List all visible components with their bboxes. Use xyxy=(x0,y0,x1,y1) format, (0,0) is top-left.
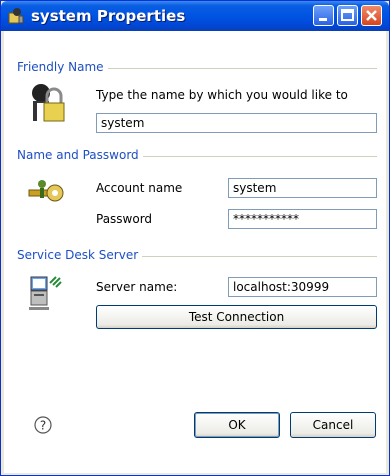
password-field[interactable]: *********** xyxy=(228,209,377,229)
close-button[interactable] xyxy=(361,5,382,26)
svg-text:?: ? xyxy=(40,419,46,433)
server-name-label: Server name: xyxy=(96,280,178,294)
properties-app-icon xyxy=(8,8,24,24)
minimize-button[interactable] xyxy=(313,5,334,26)
credentials-group-label: Name and Password xyxy=(17,148,143,162)
server-computer-icon xyxy=(29,276,62,310)
help-icon[interactable]: ? xyxy=(34,416,52,434)
maximize-button[interactable] xyxy=(337,5,358,26)
server-name-field[interactable]: localhost:30999 xyxy=(228,277,377,297)
test-connection-button[interactable]: Test Connection xyxy=(96,305,377,329)
close-icon xyxy=(366,10,377,21)
ok-button[interactable]: OK xyxy=(194,412,280,438)
account-name-field[interactable]: system xyxy=(228,178,377,198)
window-title: system Properties xyxy=(31,7,186,25)
title-bar[interactable]: system Properties xyxy=(1,1,389,31)
friendly-prompt: Type the name by which you would like to xyxy=(96,88,348,102)
dialog-body: Friendly Name Type the name by which you… xyxy=(4,31,386,473)
person-lock-icon xyxy=(32,84,65,122)
maximize-icon xyxy=(341,9,354,21)
friendly-group-label: Friendly Name xyxy=(17,60,108,74)
server-group-label: Service Desk Server xyxy=(17,248,143,262)
account-name-label: Account name xyxy=(96,181,183,195)
friendly-name-field[interactable]: system xyxy=(96,113,377,133)
password-label: Password xyxy=(96,212,153,226)
minimize-icon xyxy=(319,18,327,21)
properties-window: system Properties Friendly Name Type the… xyxy=(0,0,390,476)
key-icon xyxy=(28,180,64,202)
cancel-button[interactable]: Cancel xyxy=(290,412,376,438)
